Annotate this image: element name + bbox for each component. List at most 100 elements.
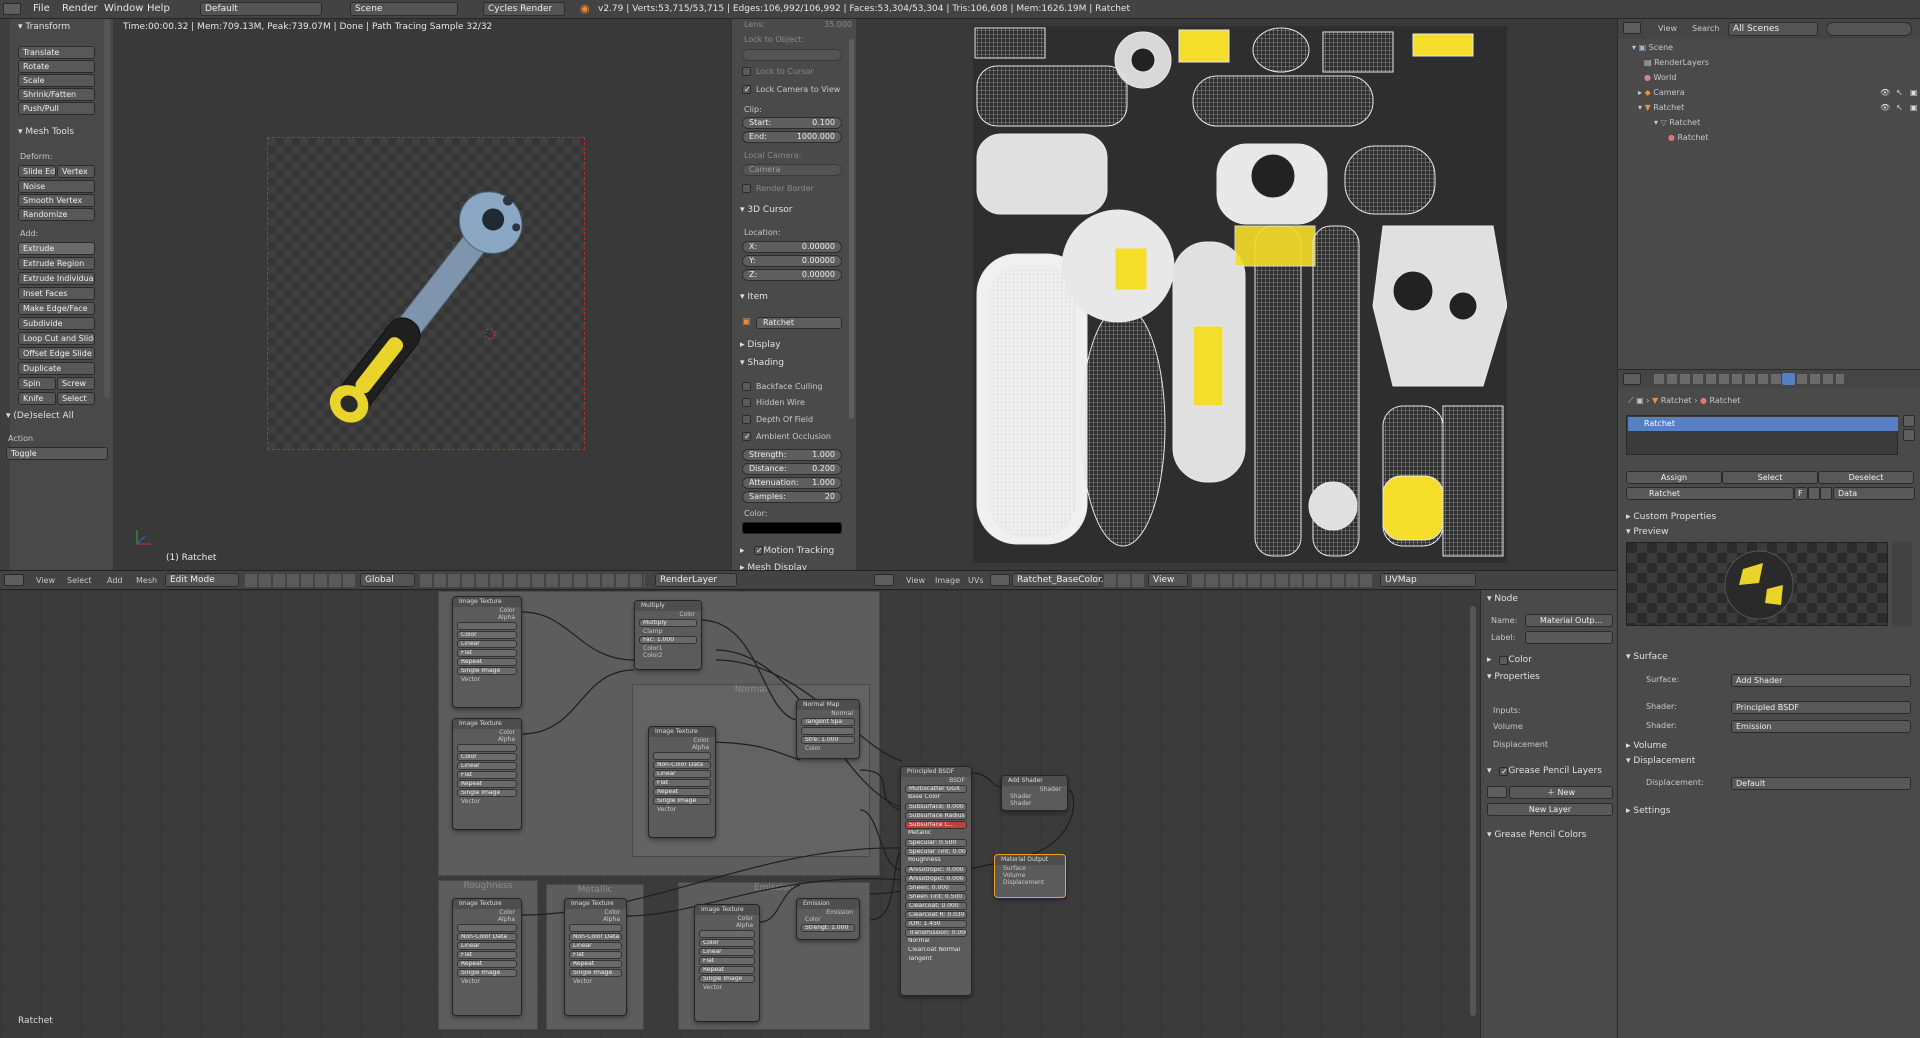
- grease-pencil-colors-header[interactable]: ▾ Grease Pencil Colors: [1487, 830, 1586, 840]
- outliner-search-input[interactable]: [1826, 22, 1912, 36]
- assign-button[interactable]: Assign: [1626, 471, 1722, 484]
- outliner-ratchet-object[interactable]: ▾ ▼ Ratchet: [1638, 103, 1684, 112]
- uv-tool-icons[interactable]: [1192, 574, 1372, 587]
- extension-dropdown[interactable]: Repeat: [653, 788, 711, 796]
- principled-input-row[interactable]: Tangent: [905, 956, 967, 964]
- outliner-display-mode[interactable]: All Scenes: [1728, 22, 1818, 36]
- tool-shelf-tabs[interactable]: [0, 19, 10, 570]
- settings-header[interactable]: ▸ Settings: [1626, 806, 1670, 816]
- viewport-tool-icons[interactable]: [420, 574, 645, 587]
- surface-shader-dropdown[interactable]: Add Shader: [1731, 674, 1911, 687]
- render-layer-field[interactable]: RenderLayer: [655, 573, 737, 587]
- uv-view-menu[interactable]: View: [906, 576, 925, 585]
- ao-checkbox[interactable]: [742, 432, 751, 441]
- extension-dropdown[interactable]: Repeat: [457, 960, 517, 968]
- item-header[interactable]: ▾ Item: [740, 292, 768, 302]
- uv-image-editor[interactable]: [856, 19, 1617, 570]
- select-knife-button[interactable]: Select: [57, 392, 95, 405]
- node-header[interactable]: ▾ Node: [1487, 594, 1518, 604]
- menu-window[interactable]: Window: [104, 3, 143, 14]
- 3d-view-menu[interactable]: View: [36, 576, 55, 585]
- uvmap-selector[interactable]: [801, 727, 855, 735]
- uvmap-field[interactable]: UVMap: [1380, 573, 1476, 587]
- inset-faces-button[interactable]: Inset Faces: [18, 287, 95, 300]
- uv-view-mode[interactable]: View: [1148, 573, 1188, 587]
- image-selector[interactable]: [569, 924, 622, 932]
- dof-checkbox[interactable]: [742, 415, 751, 424]
- ao-color-swatch[interactable]: [742, 522, 842, 534]
- extrude-dropdown[interactable]: Extrude: [18, 242, 95, 255]
- principled-input-row[interactable]: Sheen: 0.000: [905, 884, 967, 892]
- source-dropdown[interactable]: Single Image: [653, 797, 711, 805]
- render-engine-selector[interactable]: Cycles Render: [483, 2, 565, 16]
- interpolation-dropdown[interactable]: Linear: [569, 942, 622, 950]
- outliner-world[interactable]: ● World: [1644, 73, 1676, 82]
- image-texture-node-roughness[interactable]: Image Texture Color Alpha Non-Color Data…: [452, 898, 522, 1016]
- lock-camera-checkbox[interactable]: [742, 85, 751, 94]
- extrude-region-button[interactable]: Extrude Region: [18, 257, 95, 270]
- make-edge-face-button[interactable]: Make Edge/Face: [18, 302, 95, 315]
- screw-button[interactable]: Screw: [57, 377, 95, 390]
- properties-editor-icon[interactable]: [1623, 373, 1641, 385]
- principled-input-row[interactable]: Transmission: 0.000: [905, 929, 967, 937]
- principled-bsdf-node[interactable]: Principled BSDF BSDF Multiscatter GGX Ba…: [900, 766, 972, 996]
- visibility-eye-icon[interactable]: 👁: [1880, 88, 1890, 97]
- grease-pencil-layers-header[interactable]: ▾ Grease Pencil Layers: [1487, 766, 1602, 776]
- loop-cut-slide-button[interactable]: Loop Cut and Slide: [18, 332, 95, 345]
- fac-field[interactable]: Fac: 1.000: [639, 636, 697, 644]
- shading-header[interactable]: ▾ Shading: [740, 358, 784, 368]
- new-layer-button[interactable]: New Layer: [1487, 803, 1613, 816]
- remove-slot-button[interactable]: [1903, 429, 1915, 441]
- layout-selector[interactable]: Default: [200, 2, 322, 16]
- lock-cursor-checkbox[interactable]: [742, 67, 751, 76]
- properties-tabs[interactable]: [1618, 370, 1920, 388]
- render-camera-icon[interactable]: ▣: [1910, 103, 1918, 112]
- outliner-editor-icon[interactable]: [1623, 22, 1641, 34]
- motion-tracking-header[interactable]: ▸ Motion Tracking: [740, 546, 834, 556]
- 3d-select-menu[interactable]: Select: [67, 576, 92, 585]
- uv-image-menu[interactable]: Image: [935, 576, 960, 585]
- properties-context-icons[interactable]: [1654, 374, 1844, 384]
- color-space-dropdown[interactable]: Color: [457, 631, 517, 639]
- principled-input-row[interactable]: Specular Tint: 0.000: [905, 848, 967, 856]
- outliner-search-menu[interactable]: Search: [1692, 24, 1719, 33]
- shader2-dropdown[interactable]: Emission: [1731, 720, 1911, 733]
- interpolation-dropdown[interactable]: Linear: [457, 942, 517, 950]
- projection-dropdown[interactable]: Flat: [699, 957, 755, 965]
- link-data-dropdown[interactable]: Data: [1833, 487, 1915, 500]
- scale-button[interactable]: Scale: [18, 74, 95, 87]
- viewport-shading-icons[interactable]: [245, 574, 357, 587]
- image-selector[interactable]: [653, 752, 711, 760]
- panel-scrollbar[interactable]: [849, 39, 854, 419]
- 3d-mesh-menu[interactable]: Mesh: [136, 576, 157, 585]
- new-material-icon[interactable]: [1808, 487, 1820, 500]
- unlink-material-icon[interactable]: [1820, 487, 1832, 500]
- lock-object-field[interactable]: [742, 49, 842, 61]
- select-arrow-icon[interactable]: ↖: [1896, 103, 1903, 112]
- image-selector[interactable]: [457, 924, 517, 932]
- action-dropdown[interactable]: Toggle: [6, 447, 108, 460]
- randomize-button[interactable]: Randomize: [18, 208, 95, 221]
- image-name-field[interactable]: Ratchet_BaseColor...: [1012, 573, 1110, 587]
- volume-header[interactable]: ▸ Volume: [1626, 741, 1667, 751]
- editor-type-icon[interactable]: [3, 3, 21, 15]
- principled-input-row[interactable]: Roughness: [905, 857, 967, 865]
- subdivide-button[interactable]: Subdivide: [18, 317, 95, 330]
- duplicate-button[interactable]: Duplicate: [18, 362, 95, 375]
- extrude-individual-button[interactable]: Extrude Individual: [18, 272, 95, 285]
- deselect-all-header[interactable]: ▾ (De)select All: [6, 411, 74, 421]
- fake-user-button[interactable]: F: [1794, 487, 1808, 500]
- source-dropdown[interactable]: Single Image: [569, 969, 622, 977]
- projection-dropdown[interactable]: Flat: [457, 951, 517, 959]
- clip-start-field[interactable]: Start: 0.100: [742, 117, 842, 129]
- interpolation-dropdown[interactable]: Linear: [699, 948, 755, 956]
- interpolation-dropdown[interactable]: Linear: [653, 770, 711, 778]
- shader1-dropdown[interactable]: Principled BSDF: [1731, 701, 1911, 714]
- color-space-dropdown[interactable]: Non-Color Data: [457, 933, 517, 941]
- add-slot-button[interactable]: [1903, 415, 1915, 427]
- display-header[interactable]: ▸ Display: [740, 340, 781, 350]
- normal-map-node[interactable]: Normal Map Normal Tangent Spa Stre: 1.00…: [796, 699, 860, 759]
- tool-shelf-scrollbar[interactable]: [104, 19, 110, 399]
- principled-input-row[interactable]: Anisotropic: 0.000: [905, 866, 967, 874]
- material-name-field[interactable]: Ratchet: [1626, 487, 1794, 500]
